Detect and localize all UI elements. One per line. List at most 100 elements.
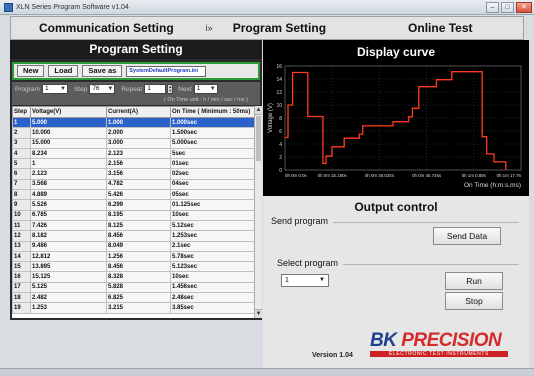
cell-current[interactable]: 2.000 [106,127,171,139]
cell-on-time[interactable]: 5.000sec [170,137,255,149]
cell-step[interactable]: 1 [12,116,31,129]
cell-step[interactable]: 7 [12,178,31,191]
cell-step[interactable]: 17 [12,281,31,294]
cell-current[interactable]: 8.049 [106,240,171,252]
cell-voltage[interactable]: 1.253 [30,302,107,314]
scrollbar-thumb[interactable] [256,116,261,161]
file-name-field[interactable]: SystemDefaultProgram.ini [126,65,207,77]
table-row[interactable]: 14 12.812 1.256 5.78sec [12,250,255,263]
table-row[interactable]: 6 2.123 3.156 02sec [12,168,255,180]
cell-step[interactable]: 15 [12,261,31,273]
cell-voltage[interactable]: 13.895 [30,261,107,273]
cell-on-time[interactable]: 05sec [170,189,255,201]
cell-on-time[interactable]: 3.85sec [170,302,255,314]
maximize-button[interactable]: □ [501,1,514,13]
repeat-spinner-icon[interactable]: ▲ ▼ [167,84,174,94]
cell-on-time[interactable]: 1.253sec [170,230,255,242]
cell-voltage[interactable]: 3.568 [30,178,107,191]
cell-on-time[interactable]: 5.12sec [170,219,255,232]
cell-step[interactable]: 18 [12,292,31,304]
table-row[interactable]: 11 7.426 8.125 5.12sec [12,219,255,232]
cell-current[interactable]: 3.000 [106,137,171,149]
table-row[interactable]: 10 6.785 8.195 10sec [12,209,255,221]
cell-step[interactable]: 12 [12,230,31,242]
scroll-down-icon[interactable]: ▼ [255,309,262,318]
cell-current[interactable]: 3.156 [106,168,171,180]
cell-step[interactable]: 4 [12,147,31,160]
table-row[interactable]: 7 3.568 4.782 04sec [12,178,255,191]
cell-current[interactable]: 4.782 [106,178,171,191]
tab-program-setting[interactable]: Program Setting [227,21,332,35]
cell-current[interactable]: 2.123 [106,147,171,160]
cell-step[interactable]: 3 [12,137,31,149]
stop-button[interactable]: Stop [445,292,503,310]
send-data-button[interactable]: Send Data [433,227,501,245]
table-row[interactable]: 5 1 2.156 01sec [12,158,255,170]
table-row[interactable]: 12 8.182 8.456 1.253sec [12,230,255,242]
table-row[interactable]: 1 5.000 1.000 1.000sec [12,116,255,129]
cell-current[interactable]: 1.000 [106,116,171,129]
cell-voltage[interactable]: 9.486 [30,240,107,252]
close-button[interactable]: ✕ [516,1,532,13]
step-select[interactable]: 76 ▼ [89,84,116,94]
cell-current[interactable]: 5.426 [106,189,171,201]
cell-on-time[interactable]: 10sec [170,271,255,283]
cell-voltage[interactable]: 5.000 [30,116,107,129]
cell-voltage[interactable]: 4.889 [30,189,107,201]
cell-current[interactable]: 2.156 [106,158,171,170]
cell-step[interactable]: 5 [12,158,31,170]
cell-on-time[interactable]: 10sec [170,209,255,221]
cell-step[interactable]: 9 [12,199,31,211]
cell-voltage[interactable]: 5.526 [30,199,107,211]
cell-voltage[interactable]: 2.123 [30,168,107,180]
repeat-input[interactable]: 1 [144,84,167,94]
cell-step[interactable]: 11 [12,219,31,232]
cell-step[interactable]: 16 [12,271,31,283]
cell-on-time[interactable]: 02sec [170,168,255,180]
cell-on-time[interactable]: 5.123sec [170,261,255,273]
cell-on-time[interactable]: 5sec [170,147,255,160]
cell-step[interactable]: 14 [12,250,31,263]
program-select[interactable]: 1 ▼ [41,84,68,94]
load-button[interactable]: Load [48,65,79,77]
table-row[interactable]: 19 1.253 3.215 3.85sec [12,302,255,314]
cell-step[interactable]: 2 [12,127,31,139]
cell-voltage[interactable]: 8.182 [30,230,107,242]
tab-communication-setting[interactable]: Communication Setting [33,21,180,35]
cell-voltage[interactable]: 15.125 [30,271,107,283]
cell-on-time[interactable]: 2.1sec [170,240,255,252]
cell-voltage[interactable]: 15.000 [30,137,107,149]
table-row[interactable]: 15 13.895 8.456 5.123sec [12,261,255,273]
cell-on-time[interactable]: 1.456sec [170,281,255,294]
run-button[interactable]: Run [445,272,503,290]
cell-current[interactable]: 3.215 [106,302,171,314]
cell-voltage[interactable]: 5.125 [30,281,107,294]
cell-current[interactable]: 5.828 [106,281,171,294]
cell-current[interactable]: 6.299 [106,199,171,211]
minimize-button[interactable]: – [486,1,499,13]
cell-current[interactable]: 8.456 [106,261,171,273]
cell-step[interactable]: 10 [12,209,31,221]
cell-voltage[interactable]: 7.426 [30,219,107,232]
cell-on-time[interactable]: 01sec [170,158,255,170]
table-row[interactable]: 18 2.482 6.825 2.48sec [12,292,255,304]
cell-step[interactable]: 8 [12,189,31,201]
cell-on-time[interactable]: 04sec [170,178,255,191]
cell-on-time[interactable]: 2.48sec [170,292,255,304]
cell-voltage[interactable]: 6.785 [30,209,107,221]
table-row[interactable]: 16 15.125 8.328 10sec [12,271,255,283]
table-row[interactable]: 13 9.486 8.049 2.1sec [12,240,255,252]
cell-on-time[interactable]: 1.000sec [170,116,255,129]
cell-step[interactable]: 13 [12,240,31,252]
cell-on-time[interactable]: 01.125sec [170,199,255,211]
table-scrollbar[interactable]: ▲ ▼ [254,106,262,318]
save-as-button[interactable]: Save as [82,65,123,77]
table-row[interactable]: 3 15.000 3.000 5.000sec [12,137,255,149]
next-select[interactable]: 1 ▼ [193,84,218,94]
cell-voltage[interactable]: 8.234 [30,147,107,160]
cell-voltage[interactable]: 1 [30,158,107,170]
cell-current[interactable]: 8.456 [106,230,171,242]
table-row[interactable]: 2 10.000 2.000 1.500sec [12,127,255,139]
cell-on-time[interactable]: 1.500sec [170,127,255,139]
cell-on-time[interactable]: 5.78sec [170,250,255,263]
